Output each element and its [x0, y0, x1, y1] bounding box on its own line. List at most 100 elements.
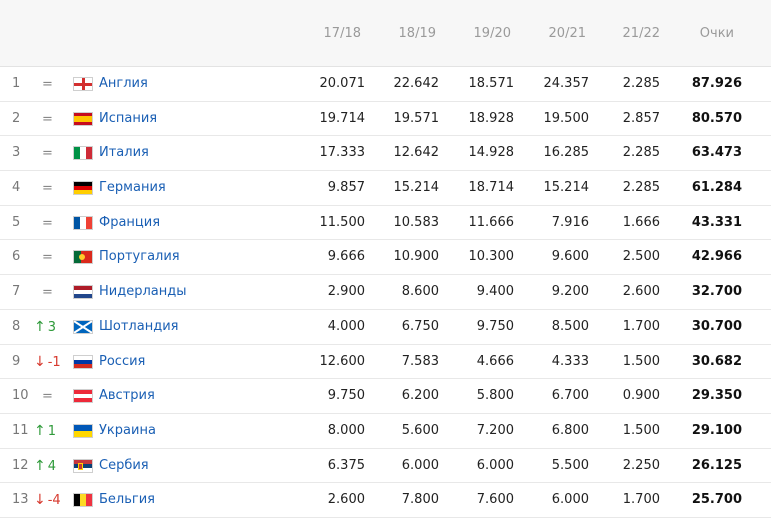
italy-flag-icon	[73, 146, 93, 161]
table-row: 5 = Франция 11.500 10.583 11.666 7.916 1.666 43.…	[0, 205, 771, 241]
table-body: 1 = Англия 20.071 22.642 18.571 24.357 2.285 87.…	[0, 67, 771, 518]
column-header-season[interactable]: 17/18	[305, 26, 361, 41]
season-points-cell: 2.600	[327, 492, 365, 508]
country-link[interactable]: Франция	[99, 215, 160, 231]
season-points-cell: 9.750	[327, 388, 365, 404]
season-points-cell: 7.800	[401, 492, 439, 508]
total-points-cell: 43.331	[691, 214, 742, 230]
season-points-cell: 9.750	[476, 318, 514, 334]
spain-flag-icon	[73, 111, 93, 126]
season-points-cell: 6.200	[401, 388, 439, 404]
season-points-cell: 7.600	[476, 492, 514, 508]
season-points-cell: 20.071	[319, 76, 366, 91]
season-points-cell: 1.500	[622, 353, 660, 369]
column-header-season[interactable]: 21/22	[604, 26, 660, 41]
column-header-season[interactable]: 20/21	[530, 26, 586, 41]
season-points-cell: 7.583	[401, 353, 439, 369]
rank-change-value: 4	[47, 458, 57, 474]
season-points-cell: 8.500	[551, 318, 589, 334]
rank-change-cell: =	[42, 180, 72, 197]
season-points-cell: 11.500	[319, 214, 366, 230]
season-points-cell: 10.900	[393, 249, 440, 265]
country-link[interactable]: Шотландия	[99, 319, 178, 335]
season-points-cell: 6.000	[551, 492, 589, 508]
total-points-cell: 29.350	[691, 388, 742, 404]
rank-change-cell: =	[42, 111, 72, 128]
total-points-cell: 32.700	[691, 284, 742, 300]
rank-change-value: =	[42, 389, 53, 405]
season-points-cell: 12.600	[319, 353, 366, 369]
rank-change-cell: ↑ 4	[34, 458, 64, 475]
season-points-cell: 2.285	[622, 76, 660, 91]
rank-change-cell: =	[42, 249, 72, 266]
column-header-points[interactable]: Очки	[692, 26, 734, 41]
country-link[interactable]: Сербия	[99, 458, 149, 474]
season-points-cell: 6.750	[401, 318, 439, 334]
total-points-cell: 26.125	[691, 457, 742, 473]
season-points-cell: 11.666	[468, 214, 515, 230]
country-link[interactable]: Испания	[99, 111, 157, 127]
table-row: 4 = Германия 9.857 15.214 18.714 15.214 2.285 61…	[0, 171, 771, 206]
season-points-cell: 2.857	[622, 110, 660, 126]
season-points-cell: 12.642	[393, 145, 440, 161]
rank-change-cell: ↑ 1	[34, 423, 64, 440]
serbia-flag-icon	[73, 458, 93, 473]
country-link[interactable]: Италия	[99, 145, 149, 161]
country-link[interactable]: Россия	[99, 354, 145, 370]
country-link[interactable]: Англия	[99, 76, 148, 92]
country-link[interactable]: Нидерланды	[99, 284, 187, 300]
season-points-cell: 6.000	[476, 457, 514, 473]
table-row: 9 ↓ -1 Россия 12.600 7.583 4.666 4.333 1.500 30.6…	[0, 344, 771, 380]
rank-cell: 9	[12, 353, 21, 369]
season-points-cell: 1.500	[622, 422, 660, 438]
rank-cell: 4	[12, 180, 21, 196]
season-points-cell: 10.583	[393, 214, 440, 230]
season-points-cell: 17.333	[319, 145, 366, 161]
rank-cell: 7	[12, 284, 21, 300]
table-row: 12 ↑ 4 Сербия 6.375 6.000 6.000 5.500 2.250 26.12…	[0, 448, 771, 484]
season-points-cell: 4.666	[476, 353, 514, 369]
table-row: 1 = Англия 20.071 22.642 18.571 24.357 2.285 87.…	[0, 67, 771, 102]
country-link[interactable]: Украина	[99, 423, 156, 439]
column-header-season[interactable]: 19/20	[455, 26, 511, 41]
arrow-down-icon: ↓	[34, 353, 46, 370]
season-points-cell: 4.333	[551, 353, 589, 369]
total-points-cell: 42.966	[691, 249, 742, 265]
arrow-down-icon: ↓	[34, 492, 46, 509]
season-points-cell: 24.357	[543, 76, 590, 91]
season-points-cell: 6.000	[401, 457, 439, 473]
country-link[interactable]: Германия	[99, 180, 166, 196]
country-link[interactable]: Австрия	[99, 388, 155, 404]
portugal-flag-icon	[73, 250, 93, 265]
rank-change-cell: ↑ 3	[34, 319, 64, 336]
season-points-cell: 2.285	[622, 145, 660, 161]
table-row: 6 = Португалия 9.666 10.900 10.300 9.600 2.500 4…	[0, 240, 771, 276]
season-points-cell: 5.500	[551, 457, 589, 473]
column-header-season[interactable]: 18/19	[380, 26, 436, 41]
season-points-cell: 9.857	[327, 180, 365, 196]
season-points-cell: 8.600	[401, 284, 439, 300]
season-points-cell: 2.500	[622, 249, 660, 265]
netherlands-flag-icon	[73, 285, 93, 300]
country-link[interactable]: Бельгия	[99, 492, 155, 508]
table-header: 17/18 18/19 19/20 20/21 21/22 Очки	[0, 0, 771, 67]
table-row: 2 = Испания 19.714 19.571 18.928 19.500 2.857 80…	[0, 101, 771, 137]
season-points-cell: 6.800	[551, 422, 589, 438]
russia-flag-icon	[73, 354, 93, 369]
season-points-cell: 2.600	[622, 284, 660, 300]
season-points-cell: 19.571	[393, 110, 440, 126]
total-points-cell: 29.100	[691, 422, 742, 438]
rank-change-cell: =	[42, 76, 72, 93]
arrow-up-icon: ↑	[34, 318, 46, 335]
country-link[interactable]: Португалия	[99, 249, 180, 265]
total-points-cell: 30.682	[691, 353, 742, 369]
season-points-cell: 7.916	[551, 214, 589, 230]
season-points-cell: 4.000	[327, 318, 365, 334]
rank-change-value: =	[42, 111, 53, 127]
table-row: 8 ↑ 3 Шотландия 4.000 6.750 9.750 8.500 1.700 30.…	[0, 309, 771, 345]
rank-cell: 1	[12, 76, 21, 91]
total-points-cell: 25.700	[691, 492, 742, 508]
total-points-cell: 87.926	[691, 76, 742, 91]
france-flag-icon	[73, 215, 93, 230]
season-points-cell: 18.571	[468, 76, 515, 91]
